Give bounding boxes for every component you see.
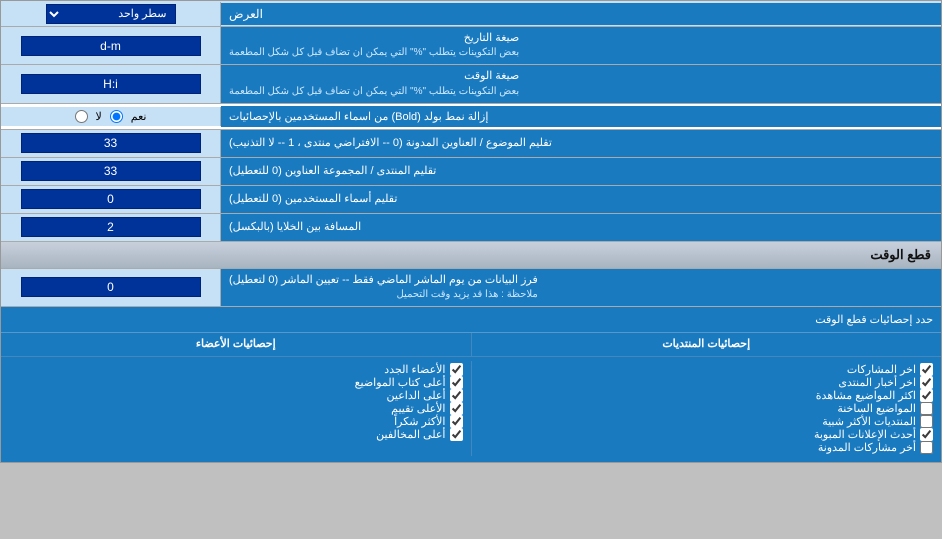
stats-col1-check-5[interactable] [920,428,933,441]
cell-spacing-input-cell [1,214,221,241]
stats-col1-check-0[interactable] [920,363,933,376]
stats-col2-item-5: أعلى المخالفين [9,428,463,441]
cuttime-stats-label: حدد إحصائيات قطع الوقت [1,309,941,330]
username-limit-input[interactable] [21,189,201,209]
username-limit-label: تقليم أسماء المستخدمين (0 للتعطيل) [221,186,941,213]
time-format-input[interactable] [21,74,201,94]
stats-col2-check-0[interactable] [450,363,463,376]
forum-group-label: تقليم المنتدى / المجموعة العناوين (0 للت… [221,158,941,185]
stats-col2-check-3[interactable] [450,402,463,415]
stats-col2-item-0: الأعضاء الجدد [9,363,463,376]
stats-col1: اخر المشاركات اخر أخبار المنتدى اكثر الم… [471,361,942,456]
date-format-input-cell [1,27,221,64]
bold-remove-row: إزالة نمط بولد (Bold) من اسماء المستخدمي… [1,104,941,130]
stats-col1-header: إحصائيات المنتديات [471,333,942,356]
stats-col1-label-1: اخر أخبار المنتدى [838,376,916,389]
cuttime-input[interactable] [21,277,201,297]
stats-col2-label-4: الأكثر شكراً [394,415,445,428]
topic-title-input-cell [1,130,221,157]
stats-col1-item-4: المنتديات الأكثر شبية [480,415,934,428]
stats-col2-header: إحصائيات الأعضاء [1,333,471,356]
stats-col1-check-4[interactable] [920,415,933,428]
topic-title-row: تقليم الموضوع / العناوين المدونة (0 -- ا… [1,130,941,158]
stats-col2: الأعضاء الجدد أعلى كتاب المواضيع أعلى ال… [1,361,471,456]
stats-col1-item-6: أخر مشاركات المدونة [480,441,934,454]
date-format-row: صيغة التاريخ بعض التكوينات يتطلب "%" الت… [1,27,941,65]
stats-col1-item-3: المواضيع الساخنة [480,402,934,415]
stats-col2-check-2[interactable] [450,389,463,402]
stats-col2-label-0: الأعضاء الجدد [384,363,445,376]
display-row: العرض سطر واحد سطرين ثلاثة أسطر [1,1,941,27]
stats-col2-label-5: أعلى المخالفين [376,428,445,441]
stats-col2-check-4[interactable] [450,415,463,428]
stats-col1-label-2: اكثر المواضيع مشاهدة [816,389,916,402]
display-select-cell: سطر واحد سطرين ثلاثة أسطر [1,2,221,26]
main-container: العرض سطر واحد سطرين ثلاثة أسطر صيغة الت… [0,0,942,463]
time-format-input-cell [1,65,221,102]
stats-col2-item-1: أعلى كتاب المواضيع [9,376,463,389]
stats-col1-check-3[interactable] [920,402,933,415]
stats-checkboxes-area: اخر المشاركات اخر أخبار المنتدى اكثر الم… [1,357,941,462]
topic-title-input[interactable] [21,133,201,153]
stats-col1-item-5: أحدث الإعلانات المبوبة [480,428,934,441]
stats-col1-label-5: أحدث الإعلانات المبوبة [814,428,916,441]
forum-group-input-cell [1,158,221,185]
stats-section: حدد إحصائيات قطع الوقت إحصائيات المنتديا… [1,307,941,462]
stats-col2-label-3: الأعلى تقييم [391,402,445,415]
stats-col2-item-2: أعلى الداعين [9,389,463,402]
cell-spacing-input[interactable] [21,217,201,237]
stats-col2-check-1[interactable] [450,376,463,389]
bold-no-label: لا [96,110,102,123]
stats-col2-label-1: أعلى كتاب المواضيع [355,376,446,389]
stats-col1-label-0: اخر المشاركات [847,363,916,376]
date-format-label: صيغة التاريخ بعض التكوينات يتطلب "%" الت… [221,27,941,64]
stats-col1-check-2[interactable] [920,389,933,402]
display-label: العرض [221,3,941,25]
username-limit-input-cell [1,186,221,213]
cuttime-section-header: قطع الوقت [1,242,941,269]
stats-col1-item-1: اخر أخبار المنتدى [480,376,934,389]
stats-col1-label-6: أخر مشاركات المدونة [818,441,916,454]
time-format-row: صيغة الوقت بعض التكوينات يتطلب "%" التي … [1,65,941,103]
cuttime-row: فرز البيانات من يوم الماشر الماضي فقط --… [1,269,941,307]
time-format-label: صيغة الوقت بعض التكوينات يتطلب "%" التي … [221,65,941,102]
stats-col2-item-4: الأكثر شكراً [9,415,463,428]
display-select[interactable]: سطر واحد سطرين ثلاثة أسطر [46,4,176,24]
cuttime-input-cell [1,269,221,306]
username-limit-row: تقليم أسماء المستخدمين (0 للتعطيل) [1,186,941,214]
stats-headers-row: إحصائيات المنتديات إحصائيات الأعضاء [1,333,941,357]
bold-yes-radio[interactable] [110,110,123,123]
stats-col2-check-5[interactable] [450,428,463,441]
bold-yes-label: نعم [131,110,147,123]
cuttime-stats-label-row: حدد إحصائيات قطع الوقت [1,307,941,333]
stats-col1-item-0: اخر المشاركات [480,363,934,376]
forum-group-input[interactable] [21,161,201,181]
cell-spacing-label: المسافة بين الخلايا (بالبكسل) [221,214,941,241]
stats-col1-label-4: المنتديات الأكثر شبية [822,415,916,428]
bold-remove-radio-cell: نعم لا [1,107,221,126]
bold-no-radio[interactable] [75,110,88,123]
stats-col1-item-2: اكثر المواضيع مشاهدة [480,389,934,402]
date-format-input[interactable] [21,36,201,56]
forum-group-row: تقليم المنتدى / المجموعة العناوين (0 للت… [1,158,941,186]
bold-remove-label: إزالة نمط بولد (Bold) من اسماء المستخدمي… [221,106,941,127]
stats-col2-label-2: أعلى الداعين [387,389,446,402]
topic-title-label: تقليم الموضوع / العناوين المدونة (0 -- ا… [221,130,941,157]
stats-col2-item-3: الأعلى تقييم [9,402,463,415]
stats-col1-check-1[interactable] [920,376,933,389]
stats-col1-check-6[interactable] [920,441,933,454]
cuttime-row-label: فرز البيانات من يوم الماشر الماضي فقط --… [221,269,941,306]
stats-col1-label-3: المواضيع الساخنة [837,402,916,415]
cell-spacing-row: المسافة بين الخلايا (بالبكسل) [1,214,941,242]
